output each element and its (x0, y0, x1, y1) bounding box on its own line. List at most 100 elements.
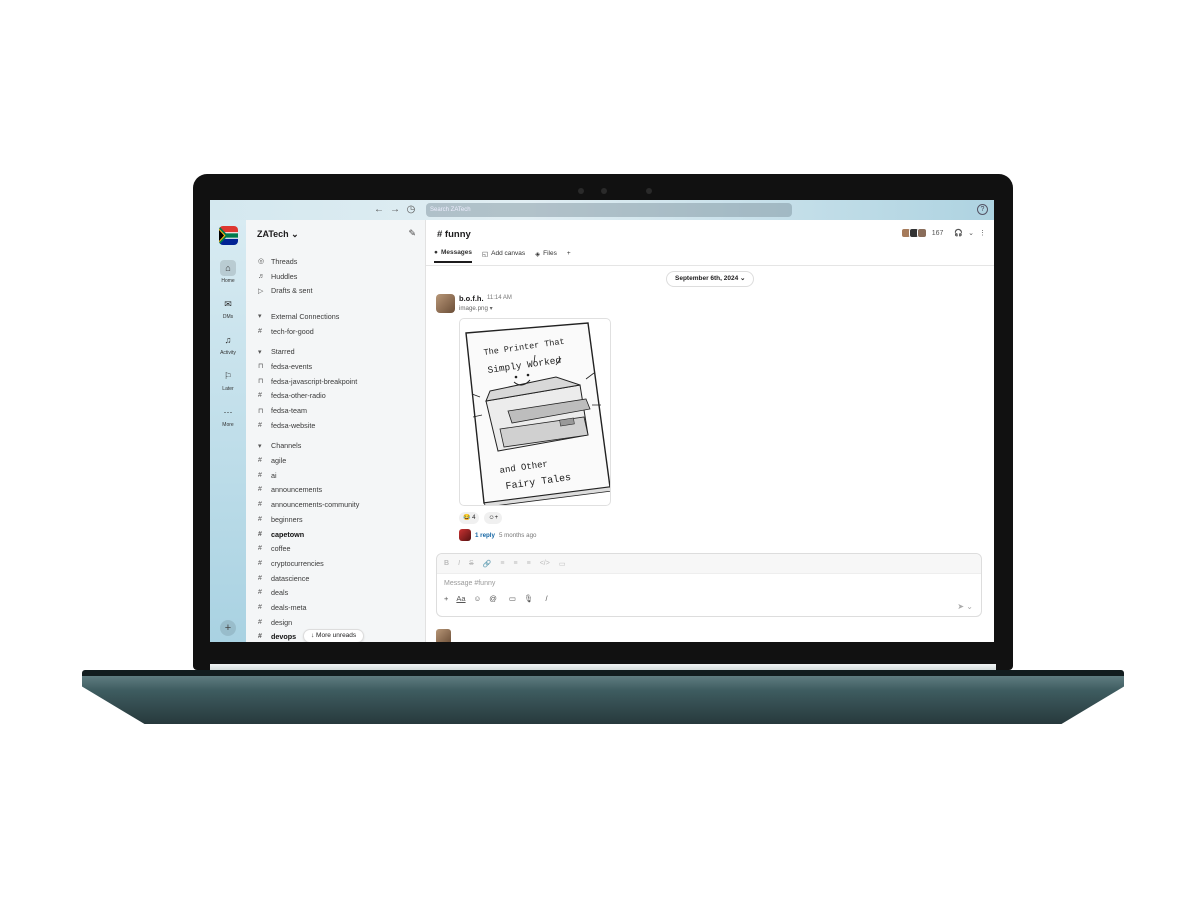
sidebar-item-label: Drafts & sent (271, 286, 313, 296)
thread-summary[interactable]: 1 reply 5 months ago (459, 529, 536, 541)
send-icon: ▷ (258, 287, 264, 295)
avatar[interactable] (436, 629, 451, 642)
search-input[interactable]: Search ZATech (426, 203, 792, 217)
italic-icon[interactable]: I (458, 560, 460, 567)
hash-icon: # (258, 501, 262, 509)
channel-coffee[interactable]: # coffee (258, 541, 418, 556)
channel-fedsa-events[interactable]: ⊓ fedsa-events (258, 359, 418, 374)
lock-icon: ⊓ (258, 378, 264, 386)
channel-label: design (271, 617, 293, 627)
plus-icon[interactable]: + (444, 594, 448, 603)
tab-messages[interactable]: ● Messages (434, 249, 473, 263)
section-external[interactable]: ▾ External Connections (258, 309, 418, 324)
add-workspace-button[interactable]: + (220, 620, 236, 636)
ordered-list-icon[interactable]: ≡ (500, 560, 504, 567)
channel-label: fedsa-other-radio (271, 391, 326, 401)
message-timestamp[interactable]: 11:14 AM (487, 295, 512, 301)
channel-view: # funny 167 🎧 ⌄ ⋮ ● Messages ◱ Add canvas … (426, 220, 994, 642)
kebab-menu-icon[interactable]: ⋮ (979, 229, 986, 237)
link-icon[interactable]: 🔗 (483, 560, 492, 568)
channel-deals-meta[interactable]: # deals-meta (258, 600, 418, 615)
reaction-laughing[interactable]: 😂 4 (459, 512, 480, 524)
rail-activity[interactable]: ♫ Activity (210, 332, 246, 356)
avatar (459, 529, 471, 541)
message-author[interactable]: b.o.f.h. (459, 294, 484, 303)
attached-image[interactable]: The Printer That Simply Worked and Other (459, 318, 611, 506)
caret-down-icon: ▾ (258, 348, 262, 356)
rail-dms[interactable]: ✉ DMs (210, 296, 246, 320)
help-icon[interactable]: ? (977, 204, 988, 215)
workspace-name[interactable]: ZATech ⌄ (257, 229, 299, 240)
channel-agile[interactable]: # agile (258, 453, 418, 468)
channel-fedsa-team[interactable]: ⊓ fedsa-team (258, 403, 418, 418)
channel-beginners[interactable]: # beginners (258, 512, 418, 527)
microphone-icon[interactable]: 🎙 (524, 594, 534, 603)
channel-tech-for-good[interactable]: # tech-for-good (258, 324, 418, 339)
rail-later[interactable]: ⚐ Later (210, 368, 246, 392)
channel-label: announcements (271, 485, 323, 495)
channel-cryptocurrencies[interactable]: # cryptocurrencies (258, 556, 418, 571)
tab-label: Files (543, 250, 557, 257)
channel-design[interactable]: # design (258, 615, 418, 630)
bulleted-list-icon[interactable]: ≡ (514, 560, 518, 567)
last-reply-time: 5 months ago (498, 531, 537, 539)
channel-capetown[interactable]: # capetown (258, 527, 418, 542)
hash-icon: # (258, 530, 262, 538)
forward-arrow-icon[interactable]: → (388, 203, 402, 217)
chevron-down-icon[interactable]: ⌄ (968, 229, 974, 237)
channel-title[interactable]: # funny (437, 229, 471, 240)
laptop-lid: ← → ◷ Search ZATech ? ⌂ Home ✉ DMs ♫ Act… (193, 174, 1013, 670)
channel-label: agile (271, 456, 287, 466)
sidebar-list: ◎ Threads ♬ Huddles ▷ Drafts & sent ▾ Extern… (258, 254, 418, 642)
slash-command-icon[interactable]: / (546, 594, 548, 603)
channel-fedsa-other-radio[interactable]: # fedsa-other-radio (258, 389, 418, 404)
channel-datascience[interactable]: # datascience (258, 571, 418, 586)
tab-label: Messages (440, 249, 473, 256)
add-reaction-icon[interactable]: ☺+ (484, 512, 503, 524)
bookmark-icon: ⚐ (223, 371, 233, 381)
avatar[interactable] (436, 294, 455, 313)
channel-fedsa-website[interactable]: # fedsa-website (258, 418, 418, 433)
channel-sidebar: ZATech ⌄ ✎ ◎ Threads ♬ Huddles ▷ Drafts & s… (246, 220, 426, 642)
compose-icon[interactable]: ✎ (408, 228, 416, 239)
member-count[interactable]: 167 (932, 230, 944, 237)
video-icon[interactable]: ▭ (509, 594, 516, 603)
history-clock-icon[interactable]: ◷ (404, 203, 418, 217)
date-divider[interactable]: September 6th, 2024 ⌄ (666, 271, 755, 287)
tab-files[interactable]: ◈ Files (535, 249, 557, 263)
section-channels[interactable]: ▾ Channels (258, 439, 418, 454)
channel-ai[interactable]: # ai (258, 468, 418, 483)
mention-icon[interactable]: @ (489, 594, 497, 603)
blockquote-icon[interactable]: ≡ (527, 560, 531, 567)
channel-announcements-community[interactable]: # announcements-community (258, 497, 418, 512)
reply-count-link[interactable]: 1 reply (475, 532, 495, 539)
workspace-logo[interactable] (219, 226, 238, 245)
channel-deals[interactable]: # deals (258, 585, 418, 600)
member-avatars[interactable] (900, 228, 927, 238)
add-tab-button[interactable]: + (567, 249, 571, 263)
channel-announcements[interactable]: # announcements (258, 483, 418, 498)
bold-icon[interactable]: B (444, 560, 449, 567)
headphones-icon[interactable]: 🎧 (954, 229, 963, 237)
section-starred[interactable]: ▾ Starred (258, 344, 418, 359)
more-unreads-button[interactable]: ↓ More unreads (303, 629, 365, 642)
send-button[interactable]: ➤ ⌄ (957, 602, 973, 611)
channel-fedsa-javascript-breakpoint[interactable]: ⊓ fedsa-javascript-breakpoint (258, 374, 418, 389)
code-icon[interactable]: </> (540, 560, 550, 567)
text-format-icon[interactable]: Aa (456, 594, 465, 603)
message-input[interactable]: Message #funny (437, 574, 981, 594)
sidebar-item-threads[interactable]: ◎ Threads (258, 254, 418, 269)
emoji-icon[interactable]: ☺ (474, 594, 482, 603)
back-arrow-icon[interactable]: ← (372, 203, 386, 217)
attachment-name[interactable]: image.png ▾ (459, 305, 493, 312)
rail-more[interactable]: ⋯ More (210, 404, 246, 428)
channel-label: beginners (271, 514, 303, 524)
tab-add-canvas[interactable]: ◱ Add canvas (482, 249, 525, 263)
strikethrough-icon[interactable]: S (469, 560, 474, 567)
sidebar-item-huddles[interactable]: ♬ Huddles (258, 269, 418, 284)
caret-down-icon: ▾ (258, 313, 262, 321)
code-block-icon[interactable]: ▭ (559, 560, 566, 568)
rail-home[interactable]: ⌂ Home (210, 260, 246, 284)
hash-icon: # (258, 327, 262, 335)
sidebar-item-drafts[interactable]: ▷ Drafts & sent (258, 283, 418, 298)
